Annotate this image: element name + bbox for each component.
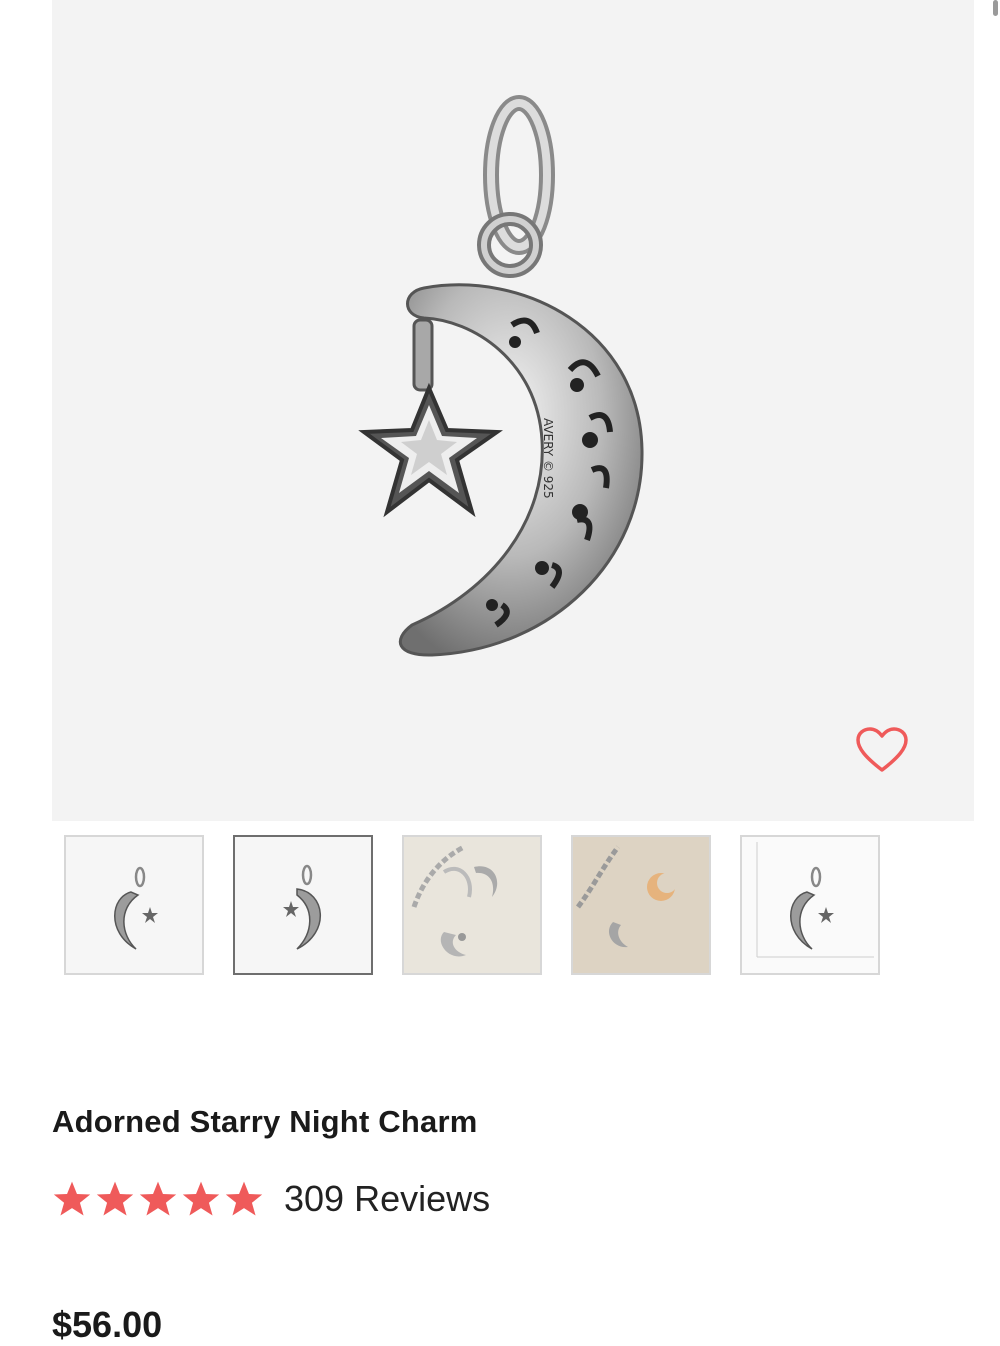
moon-charm-front-thumbnail [66,837,202,973]
star-icon [224,1180,264,1218]
thumbnail-4[interactable] [571,835,711,975]
heart-outline-icon [856,727,908,772]
product-price: $56.00 [52,1304,163,1345]
product-rating: 309 Reviews [52,1174,490,1224]
star-icon [52,1180,92,1218]
star-icon [181,1180,221,1218]
thumbnail-1[interactable] [64,835,204,975]
thumbnail-3[interactable] [402,835,542,975]
star-icon [138,1180,178,1218]
engraving-text: AVERY © 925 [541,418,555,499]
charm-on-bracelet-gold-thumbnail [573,837,709,973]
star-icon [95,1180,135,1218]
product-hero-image[interactable]: AVERY © 925 [52,0,974,821]
star-rating[interactable] [52,1180,264,1218]
favorite-button[interactable] [852,720,912,780]
thumbnail-2[interactable] [233,835,373,975]
product-title: Adorned Starry Night Charm [52,1104,478,1139]
scrollbar[interactable] [993,0,998,16]
reviews-link[interactable]: 309 Reviews [284,1178,490,1220]
thumbnail-5[interactable] [740,835,880,975]
moon-charm-back-thumbnail [235,837,371,973]
charm-on-bracelet-silver-thumbnail [404,837,540,973]
charm-size-scale-thumbnail [742,837,878,973]
moon-star-charm-image: AVERY © 925 [358,95,644,657]
